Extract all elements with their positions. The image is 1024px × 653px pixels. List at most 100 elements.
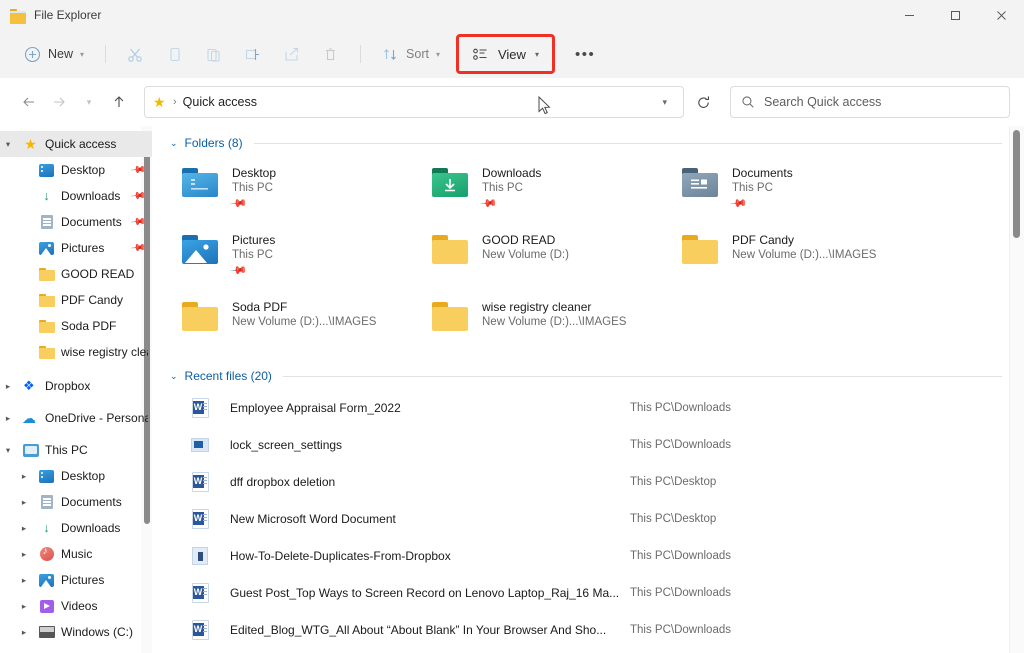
back-arrow-icon[interactable]	[14, 87, 44, 117]
folder-icon	[10, 8, 26, 24]
file-row[interactable]: New Microsoft Word Document This PC\Desk…	[152, 500, 1024, 537]
folder-tile[interactable]: wise registry cleaner New Volume (D:)...…	[430, 298, 680, 351]
chevron-down-icon[interactable]: ▾	[0, 131, 16, 157]
share-button[interactable]	[273, 38, 310, 70]
file-row[interactable]: lock_screen_settings This PC\Downloads	[152, 426, 1024, 463]
paste-button[interactable]	[195, 38, 232, 70]
more-button[interactable]: •••	[563, 38, 607, 70]
pdf-file-icon	[190, 546, 210, 566]
new-button[interactable]: New ▾	[14, 38, 94, 70]
file-row[interactable]: Edited_Blog_WTG_All About “About Blank” …	[152, 611, 1024, 648]
folder-tile-location: New Volume (D:)...\IMAGES	[232, 316, 377, 328]
refresh-icon[interactable]	[686, 86, 720, 118]
sidebar-item-thispc-music[interactable]: ▸ Music	[0, 541, 152, 567]
chevron-right-icon[interactable]: ▸	[0, 405, 16, 431]
sidebar-item-good-read[interactable]: GOOD READ	[0, 261, 152, 287]
sidebar-item-onedrive[interactable]: ▸ ☁ OneDrive - Persona	[0, 405, 152, 431]
chevron-right-icon[interactable]: ▸	[0, 373, 16, 399]
pin-icon: 📌	[229, 261, 248, 280]
folder-tile[interactable]: Pictures This PC 📌	[180, 231, 430, 284]
sidebar-item-label: Documents	[61, 495, 122, 509]
sidebar-item-quick-access[interactable]: ▾ ★ Quick access	[0, 131, 152, 157]
folder-icon	[38, 292, 55, 308]
chevron-right-icon[interactable]: ▸	[16, 567, 32, 593]
folder-tile-location: This PC	[482, 182, 523, 194]
chevron-right-icon[interactable]: ▸	[16, 593, 32, 619]
pin-icon: 📌	[729, 194, 748, 213]
folder-tile[interactable]: Downloads This PC 📌	[430, 164, 680, 217]
minimize-icon[interactable]	[886, 0, 932, 30]
breadcrumb-separator: ›	[173, 96, 177, 108]
chevron-right-icon[interactable]: ▸	[16, 619, 32, 645]
navigation-pane[interactable]: ▾ ★ Quick access Desktop 📌 ↓ Downloads 📌…	[0, 126, 152, 653]
content-pane[interactable]: ⌄ Folders (8) Desktop This PC 📌 Download…	[152, 126, 1024, 653]
pictures-icon	[38, 572, 55, 588]
file-row[interactable]: Employee Appraisal Form_2022 This PC\Dow…	[152, 389, 1024, 426]
up-arrow-icon[interactable]	[104, 87, 134, 117]
chevron-right-icon[interactable]: ▸	[16, 541, 32, 567]
folder-tile[interactable]: PDF Candy New Volume (D:)...\IMAGES	[680, 231, 1024, 284]
file-row[interactable]: Guest Post_Top Ways to Screen Record on …	[152, 574, 1024, 611]
chevron-right-icon[interactable]: ▸	[16, 515, 32, 541]
group-divider	[253, 142, 1002, 144]
scissors-icon	[127, 46, 144, 63]
cut-button[interactable]	[117, 38, 154, 70]
content-scrollbar-thumb[interactable]	[1013, 130, 1020, 238]
sidebar-item-dropbox[interactable]: ▸ ❖ Dropbox	[0, 373, 152, 399]
maximize-icon[interactable]	[932, 0, 978, 30]
sidebar-item-documents[interactable]: Documents 📌	[0, 209, 152, 235]
folder-tile[interactable]: Documents This PC 📌	[680, 164, 1024, 217]
delete-button[interactable]	[312, 38, 349, 70]
sidebar-item-desktop[interactable]: Desktop 📌	[0, 157, 152, 183]
recent-files-list: Employee Appraisal Form_2022 This PC\Dow…	[152, 383, 1024, 648]
sidebar-item-label: This PC	[45, 443, 88, 457]
file-row[interactable]: How-To-Delete-Duplicates-From-Dropbox Th…	[152, 537, 1024, 574]
sidebar-item-thispc-videos[interactable]: ▸ Videos	[0, 593, 152, 619]
file-row-path: This PC\Downloads	[630, 438, 731, 451]
copy-button[interactable]	[156, 38, 193, 70]
folder-tile[interactable]: Desktop This PC 📌	[180, 164, 430, 217]
file-row[interactable]: dff dropbox deletion This PC\Desktop	[152, 463, 1024, 500]
forward-arrow-icon[interactable]	[44, 87, 74, 117]
chevron-right-icon[interactable]: ▸	[16, 489, 32, 515]
folders-group-header[interactable]: ⌄ Folders (8)	[152, 126, 1024, 150]
sidebar-item-thispc-documents[interactable]: ▸ Documents	[0, 489, 152, 515]
chevron-right-icon[interactable]: ▸	[16, 463, 32, 489]
folder-tile[interactable]: Soda PDF New Volume (D:)...\IMAGES	[180, 298, 430, 351]
file-row-path: This PC\Desktop	[630, 512, 717, 525]
pin-icon: 📌	[129, 239, 147, 257]
folder-icon	[680, 231, 720, 267]
address-path-field[interactable]: ★ › Quick access ▾	[144, 86, 684, 118]
trash-icon	[322, 46, 339, 63]
sidebar-item-thispc-downloads[interactable]: ▸ ↓ Downloads	[0, 515, 152, 541]
rename-button[interactable]	[234, 38, 271, 70]
folder-tile[interactable]: GOOD READ New Volume (D:)	[430, 231, 680, 284]
image-file-icon	[190, 435, 210, 455]
recent-files-group-header[interactable]: ⌄ Recent files (20)	[152, 351, 1024, 383]
sidebar-item-thispc-pictures[interactable]: ▸ Pictures	[0, 567, 152, 593]
search-input[interactable]	[764, 95, 999, 109]
address-dropdown-icon[interactable]: ▾	[654, 97, 675, 108]
sidebar-item-wise-registry-cleaner[interactable]: wise registry clear	[0, 339, 152, 365]
sidebar-item-label: Pictures	[61, 573, 105, 587]
file-row-path: This PC\Downloads	[630, 401, 731, 414]
sidebar-item-pictures[interactable]: Pictures 📌	[0, 235, 152, 261]
search-box[interactable]	[730, 86, 1010, 118]
chevron-down-icon[interactable]: ⌄	[170, 371, 178, 382]
sidebar-item-thispc-windows-c[interactable]: ▸ Windows (C:)	[0, 619, 152, 645]
close-icon[interactable]	[978, 0, 1024, 30]
sidebar-item-label: wise registry clear	[61, 345, 148, 359]
window-title: File Explorer	[34, 8, 102, 22]
sidebar-item-this-pc[interactable]: ▾ This PC	[0, 437, 152, 463]
sidebar-item-thispc-desktop[interactable]: ▸ Desktop	[0, 463, 152, 489]
view-button[interactable]: View ▾	[455, 34, 555, 74]
sidebar-item-downloads[interactable]: ↓ Downloads 📌	[0, 183, 152, 209]
recent-locations-chevron-icon[interactable]: ▾	[74, 87, 104, 117]
documents-folder-icon	[680, 164, 720, 200]
sidebar-item-soda-pdf[interactable]: Soda PDF	[0, 313, 152, 339]
sidebar-item-pdf-candy[interactable]: PDF Candy	[0, 287, 152, 313]
chevron-down-icon[interactable]: ⌄	[170, 138, 178, 149]
sort-button[interactable]: Sort ▾	[372, 38, 450, 70]
chevron-down-icon[interactable]: ▾	[0, 437, 16, 463]
word-file-icon	[190, 582, 210, 603]
